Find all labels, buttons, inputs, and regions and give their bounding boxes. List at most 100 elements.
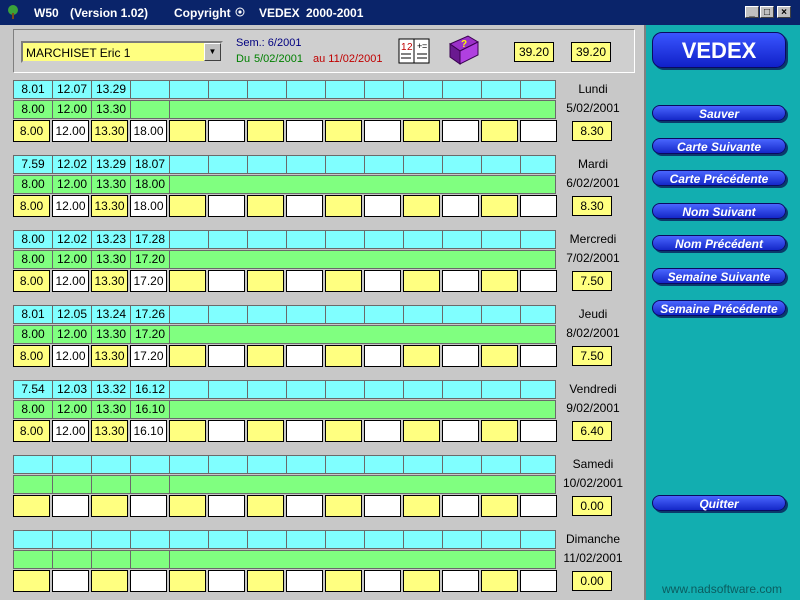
time-entry-field[interactable] [364, 420, 401, 442]
next-name-button[interactable]: Nom Suivant [652, 203, 786, 219]
time-entry-field[interactable] [442, 495, 479, 517]
time-entry-field[interactable] [403, 570, 440, 592]
time-entry-field[interactable]: 12.00 [52, 120, 89, 142]
time-entry-field[interactable] [286, 120, 323, 142]
time-entry-field[interactable] [169, 570, 206, 592]
time-entry-field[interactable] [403, 420, 440, 442]
close-button[interactable]: × [777, 6, 791, 18]
time-entry-field[interactable]: 18.00 [130, 195, 167, 217]
time-entry-field[interactable] [286, 195, 323, 217]
time-entry-field[interactable] [208, 270, 245, 292]
time-entry-field[interactable] [208, 420, 245, 442]
time-entry-field[interactable] [325, 495, 362, 517]
time-entry-field[interactable] [442, 345, 479, 367]
time-entry-field[interactable] [403, 195, 440, 217]
time-entry-field[interactable] [91, 570, 128, 592]
time-entry-field[interactable] [247, 120, 284, 142]
time-entry-field[interactable]: 8.00 [13, 195, 50, 217]
time-entry-field[interactable] [520, 495, 557, 517]
time-entry-field[interactable]: 12.00 [52, 195, 89, 217]
time-entry-field[interactable] [520, 120, 557, 142]
time-entry-field[interactable] [325, 120, 362, 142]
time-entry-field[interactable] [403, 270, 440, 292]
time-entry-field[interactable] [52, 570, 89, 592]
time-entry-field[interactable]: 12.00 [52, 270, 89, 292]
time-entry-field[interactable] [364, 570, 401, 592]
time-entry-field[interactable] [286, 345, 323, 367]
time-entry-field[interactable] [247, 420, 284, 442]
time-entry-field[interactable] [364, 195, 401, 217]
time-entry-field[interactable] [325, 195, 362, 217]
time-entry-field[interactable] [169, 420, 206, 442]
time-entry-field[interactable] [208, 120, 245, 142]
time-entry-field[interactable] [403, 495, 440, 517]
time-entry-field[interactable] [364, 120, 401, 142]
time-entry-field[interactable]: 8.00 [13, 270, 50, 292]
previous-week-button[interactable]: Semaine Précédente [652, 300, 786, 316]
time-entry-field[interactable]: 8.00 [13, 345, 50, 367]
time-entry-field[interactable]: 13.30 [91, 420, 128, 442]
time-entry-field[interactable]: 13.30 [91, 195, 128, 217]
time-entry-field[interactable] [442, 570, 479, 592]
time-entry-field[interactable] [442, 195, 479, 217]
time-entry-field[interactable] [247, 345, 284, 367]
time-entry-field[interactable] [325, 570, 362, 592]
time-entry-field[interactable] [442, 420, 479, 442]
time-entry-field[interactable] [208, 345, 245, 367]
time-entry-field[interactable] [364, 495, 401, 517]
time-entry-field[interactable] [520, 195, 557, 217]
time-entry-field[interactable] [364, 345, 401, 367]
time-entry-field[interactable] [481, 195, 518, 217]
time-entry-field[interactable] [169, 270, 206, 292]
time-entry-field[interactable] [442, 120, 479, 142]
time-entry-field[interactable] [403, 120, 440, 142]
time-entry-field[interactable] [364, 270, 401, 292]
time-entry-field[interactable]: 17.20 [130, 270, 167, 292]
time-entry-field[interactable] [481, 420, 518, 442]
time-entry-field[interactable] [13, 495, 50, 517]
time-entry-field[interactable] [325, 345, 362, 367]
time-entry-field[interactable] [481, 495, 518, 517]
minimize-button[interactable]: _ [745, 6, 759, 18]
time-entry-field[interactable] [286, 420, 323, 442]
time-entry-field[interactable] [325, 420, 362, 442]
time-entry-field[interactable] [481, 345, 518, 367]
time-entry-field[interactable]: 13.30 [91, 270, 128, 292]
time-entry-field[interactable]: 8.00 [13, 120, 50, 142]
time-entry-field[interactable]: 16.10 [130, 420, 167, 442]
time-entry-field[interactable] [520, 420, 557, 442]
time-entry-field[interactable] [442, 270, 479, 292]
time-entry-field[interactable] [13, 570, 50, 592]
calculator-icon[interactable]: 1 2 + = [398, 38, 430, 64]
save-button[interactable]: Sauver [652, 105, 786, 121]
time-entry-field[interactable]: 12.00 [52, 345, 89, 367]
help-book-icon[interactable]: ? [446, 34, 480, 66]
employee-select[interactable]: MARCHISET Eric 1 ▼ [21, 41, 223, 63]
time-entry-field[interactable] [481, 270, 518, 292]
previous-name-button[interactable]: Nom Précédent [652, 235, 786, 251]
time-entry-field[interactable] [247, 270, 284, 292]
chevron-down-icon[interactable]: ▼ [204, 43, 221, 61]
time-entry-field[interactable] [481, 120, 518, 142]
time-entry-field[interactable] [520, 270, 557, 292]
time-entry-field[interactable] [130, 570, 167, 592]
time-entry-field[interactable] [247, 495, 284, 517]
previous-card-button[interactable]: Carte Précédente [652, 170, 786, 186]
time-entry-field[interactable] [481, 570, 518, 592]
next-week-button[interactable]: Semaine Suivante [652, 268, 786, 284]
quit-button[interactable]: Quitter [652, 495, 786, 511]
maximize-button[interactable]: □ [760, 6, 774, 18]
time-entry-field[interactable]: 8.00 [13, 420, 50, 442]
time-entry-field[interactable] [52, 495, 89, 517]
time-entry-field[interactable] [208, 570, 245, 592]
time-entry-field[interactable] [286, 570, 323, 592]
time-entry-field[interactable] [403, 345, 440, 367]
time-entry-field[interactable]: 13.30 [91, 120, 128, 142]
time-entry-field[interactable] [325, 270, 362, 292]
time-entry-field[interactable] [169, 495, 206, 517]
time-entry-field[interactable] [520, 345, 557, 367]
time-entry-field[interactable] [286, 495, 323, 517]
time-entry-field[interactable] [520, 570, 557, 592]
time-entry-field[interactable]: 18.00 [130, 120, 167, 142]
time-entry-field[interactable]: 13.30 [91, 345, 128, 367]
